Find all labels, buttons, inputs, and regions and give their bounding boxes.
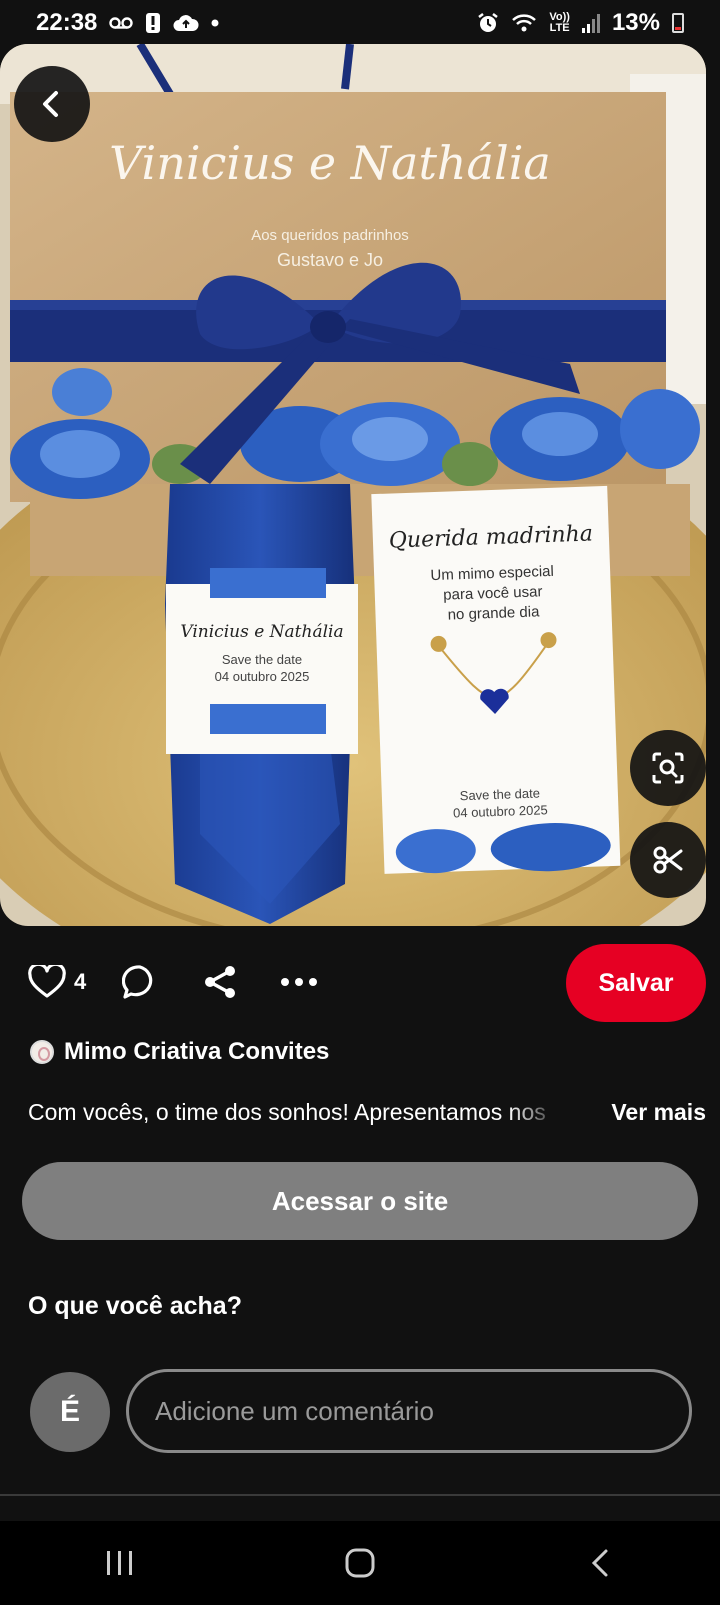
creator-row[interactable]: Mimo Criativa Convites [30,1038,329,1066]
creator-avatar [30,1040,54,1064]
recent-apps-button[interactable] [80,1533,160,1593]
signal-icon [581,13,600,33]
home-button[interactable] [320,1533,400,1593]
visual-search-button[interactable] [630,730,706,806]
recent-apps-icon [107,1551,132,1575]
voicemail-icon [109,16,134,30]
battery-icon [672,13,684,33]
box-subtitle-text: Aos queridos padrinhos [251,227,409,244]
tie-names-text: Vinicius e Nathália [180,622,343,642]
system-back-button[interactable] [560,1533,640,1593]
description-row: Com vocês, o time dos sonhos! Apresentam… [28,1094,706,1130]
user-avatar[interactable]: É [30,1372,110,1452]
more-options-icon[interactable] [280,977,318,987]
like-count: 4 [74,969,87,994]
share-icon[interactable] [202,964,238,1000]
card-line2-text: para você usar [443,583,543,603]
status-right: Vo)) LTE 13% [477,9,684,37]
action-row: 4 Salvar [28,942,706,1022]
see-more-link[interactable]: Ver mais [611,1099,706,1126]
scissors-icon [653,846,683,874]
arrow-left-icon [43,91,58,117]
card-save-date-text: Save the date [460,785,541,803]
pin-photo: Vinicius e Nathália Aos queridos padrinh… [0,44,706,926]
visual-search-icon [652,752,684,784]
comment-input[interactable] [126,1369,692,1453]
alert-icon [145,12,161,34]
network-label: LTE [549,22,570,34]
card-line3-text: no grande dia [447,603,540,623]
box-guests-text: Gustavo e Jo [277,250,383,270]
creator-name[interactable]: Mimo Criativa Convites [64,1038,329,1066]
cutout-button[interactable] [630,822,706,898]
dot-icon [211,19,219,27]
volte-icon: Vo)) LTE [549,12,570,34]
heart-icon[interactable] [28,965,66,999]
back-button[interactable] [14,66,90,142]
comment-icon[interactable] [122,964,158,1000]
divider [0,1494,720,1496]
pin-description: Com vocês, o time dos sonhos! Apresentam… [28,1098,546,1125]
battery-percent: 13% [611,9,660,36]
pin-image[interactable]: Vinicius e Nathália Aos queridos padrinh… [0,44,706,926]
status-bar: 22:38 Vo)) LTE 13% [0,0,720,46]
chevron-left-icon [591,1549,608,1577]
wifi-icon [511,13,537,33]
box-names-text: Vinicius e Nathália [109,136,551,190]
alarm-icon [477,12,499,34]
system-nav-bar [0,1521,720,1605]
cloud-upload-icon [173,14,199,32]
status-time: 22:38 [36,9,98,36]
status-left: 22:38 [36,9,219,37]
visit-site-button[interactable]: Acessar o site [22,1162,698,1240]
save-button[interactable]: Salvar [566,944,706,1022]
tie-save-date-text: Save the date [222,652,302,667]
feedback-title: O que você acha? [28,1292,242,1320]
tie-date-text: 04 outubro 2025 [215,669,310,684]
godmother-card: Querida madrinha Um mimo especial para v… [371,485,621,874]
home-icon [345,1548,375,1578]
